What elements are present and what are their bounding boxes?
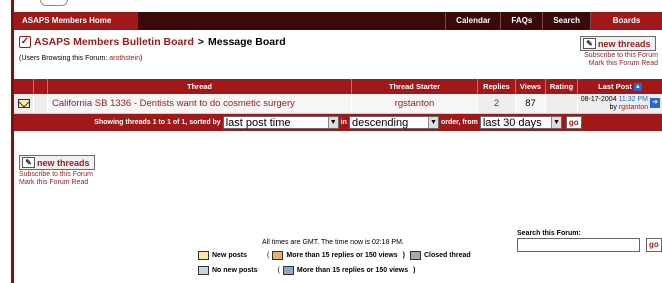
chevron-down-icon: ▼	[550, 117, 561, 128]
mark-read-link[interactable]: Mark this Forum Read	[589, 60, 658, 67]
board-link[interactable]: ASAPS Members Bulletin Board	[34, 36, 194, 48]
new-threads-button[interactable]: ✎ new threads	[580, 36, 656, 51]
browsing-user-link[interactable]: arothstein	[109, 55, 140, 62]
replies-link[interactable]: 2	[494, 98, 499, 109]
legend-no-new: No new posts	[212, 267, 258, 274]
mark-read-link-bottom[interactable]: Mark this Forum Read	[19, 179, 88, 186]
last-post-by-prefix: by	[609, 104, 617, 111]
date-range-value: last 30 days	[482, 116, 542, 129]
threads-table: Thread Thread Starter Replies Views Rati…	[14, 79, 662, 131]
time-notice: All times are GMT. The time now is 02:18…	[262, 239, 404, 246]
thread-starter-cell: rgstanton	[352, 94, 478, 113]
header-rating[interactable]: Rating	[546, 79, 578, 94]
forum-links-top: Subscribe to this Forum Mark this Forum …	[584, 52, 658, 68]
sort-showing-text: Showing threads 1 to 1 of 1, sorted by	[94, 119, 221, 126]
subscribe-link-bottom[interactable]: Subscribe to this Forum	[19, 171, 93, 178]
chevron-down-icon: ▼	[327, 117, 338, 128]
nav-faqs[interactable]: FAQs	[500, 12, 542, 30]
subscribe-link[interactable]: Subscribe to this Forum	[584, 52, 658, 59]
nav-members-home[interactable]: ASAPS Members Home	[14, 12, 138, 30]
hot-new-thread-icon	[272, 251, 284, 260]
legend-row-old: No new posts ( More than 15 replies or 1…	[198, 266, 415, 275]
legend-closed: Closed thread	[423, 252, 471, 259]
new-thread-icon: ✎	[583, 38, 596, 49]
forum-links-bottom: Subscribe to this Forum Mark this Forum …	[19, 171, 93, 187]
sort-order-label: order, from	[440, 119, 478, 126]
table-row: California SB 1336 - Dentists want to do…	[14, 94, 662, 114]
date-range-select[interactable]: last 30 days ▼	[479, 116, 562, 129]
browsing-suffix: )	[140, 55, 143, 62]
sort-order-value: descending	[351, 116, 409, 129]
sort-controls: Showing threads 1 to 1 of 1, sorted by l…	[14, 114, 662, 131]
thread-icon-cell	[34, 94, 48, 113]
thread-status-cell	[14, 94, 34, 113]
search-go-button[interactable]: go	[646, 238, 662, 252]
envelope-icon	[17, 99, 30, 108]
sort-by-select[interactable]: last post time ▼	[222, 116, 339, 129]
header-icon-col	[14, 79, 34, 94]
sort-order-select[interactable]: descending ▼	[348, 116, 439, 129]
lock-icon	[409, 251, 421, 260]
chevron-down-icon: ▼	[427, 117, 438, 128]
header-thread[interactable]: Thread	[48, 79, 352, 94]
nav-search[interactable]: Search	[542, 12, 590, 30]
new-thread-icon: ✎	[22, 157, 35, 168]
sort-up-icon[interactable]: ▲	[633, 83, 642, 92]
last-post-user-link[interactable]: rgstanton	[619, 104, 648, 111]
header-views[interactable]: Views	[516, 79, 546, 94]
nav-calendar[interactable]: Calendar	[445, 12, 500, 30]
legend-row-new: New posts ( More than 15 replies or 150 …	[198, 251, 471, 260]
sort-by-value: last post time	[225, 116, 291, 129]
checkmark-icon: ✓	[19, 36, 31, 48]
nav-boards-home[interactable]: Boards Home	[590, 12, 662, 43]
header-last-post[interactable]: Last Post ▲	[578, 79, 662, 94]
new-threads-label-bottom: new threads	[37, 157, 90, 168]
thread-title-cell: California SB 1336 - Dentists want to do…	[48, 94, 352, 113]
header-icon2-col	[34, 79, 48, 94]
thread-starter-link[interactable]: rgstanton	[395, 98, 435, 109]
no-new-posts-icon	[198, 266, 209, 275]
legend-close-paren-2: )	[413, 267, 416, 274]
new-threads-label: new threads	[598, 38, 651, 49]
last-post-date: 08-17-2004	[580, 96, 617, 103]
thread-title-link[interactable]: California SB 1336 - Dentists want to do…	[52, 98, 295, 109]
search-label: Search this Forum:	[517, 230, 581, 237]
new-threads-button-bottom[interactable]: ✎ new threads	[19, 155, 95, 170]
logo-fragment	[40, 0, 68, 6]
legend-hot-old: More than 15 replies or 150 views	[296, 267, 409, 274]
table-header: Thread Thread Starter Replies Views Rati…	[14, 79, 662, 94]
header-last-post-label: Last Post	[598, 82, 632, 91]
replies-cell: 2	[478, 94, 516, 113]
new-posts-icon	[198, 251, 209, 260]
sort-go-button[interactable]: go	[565, 116, 582, 129]
breadcrumb-separator: >	[197, 36, 205, 48]
hot-old-thread-icon	[282, 266, 294, 275]
legend-open-paren-2: (	[277, 267, 280, 274]
go-to-last-post-icon[interactable]: ➔	[650, 98, 660, 108]
legend-open-paren: (	[267, 252, 270, 259]
page-title: Message Board	[208, 36, 286, 48]
sort-in-label: in	[340, 119, 347, 126]
header-thread-starter[interactable]: Thread Starter	[352, 79, 478, 94]
users-browsing: (Users Browsing this Forum: arothstein)	[19, 55, 142, 62]
legend-hot-new: More than 15 replies or 150 views	[286, 252, 398, 259]
legend-close-paren: )	[402, 252, 405, 259]
last-post-time: 11:32 PM	[618, 96, 648, 103]
top-navbar: ASAPS Members Home Calendar FAQs Search …	[14, 12, 662, 43]
last-post-cell: 08-17-2004 11:32 PM by rgstanton ➔	[578, 94, 662, 113]
breadcrumb: ✓ ASAPS Members Bulletin Board > Message…	[19, 36, 286, 48]
left-border	[11, 0, 14, 283]
search-input[interactable]	[517, 238, 640, 252]
views-cell: 87	[516, 94, 546, 113]
header-replies[interactable]: Replies	[478, 79, 516, 94]
browsing-prefix: (Users Browsing this Forum:	[19, 55, 110, 62]
rating-cell	[546, 94, 578, 113]
legend-new-posts: New posts	[212, 252, 248, 259]
